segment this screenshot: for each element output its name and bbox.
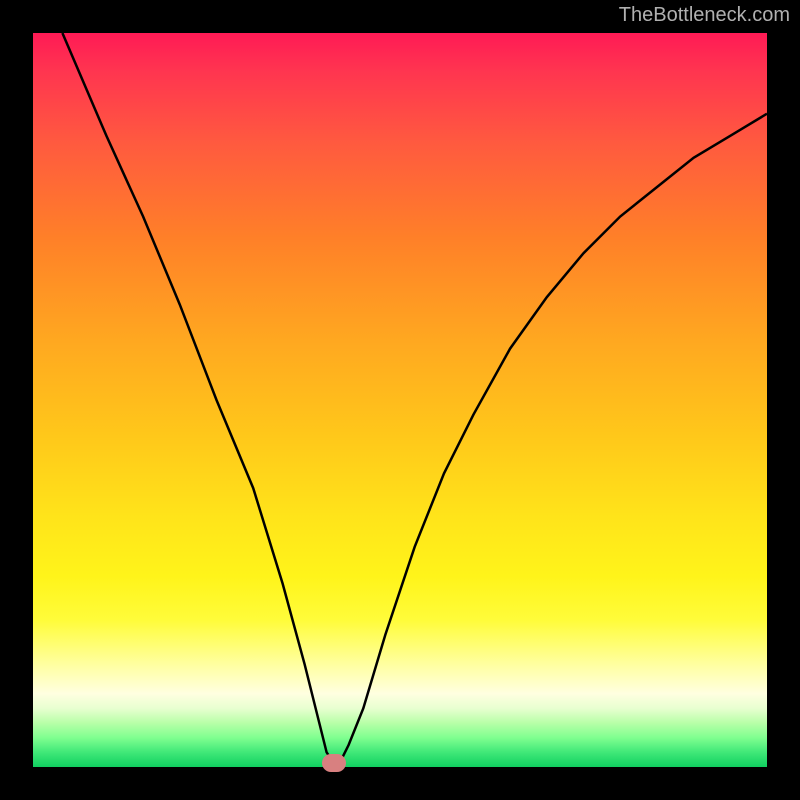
- minimum-marker: [322, 754, 346, 772]
- bottleneck-curve: [33, 33, 767, 767]
- watermark-text: TheBottleneck.com: [619, 4, 790, 27]
- chart-plot-area: [33, 33, 767, 767]
